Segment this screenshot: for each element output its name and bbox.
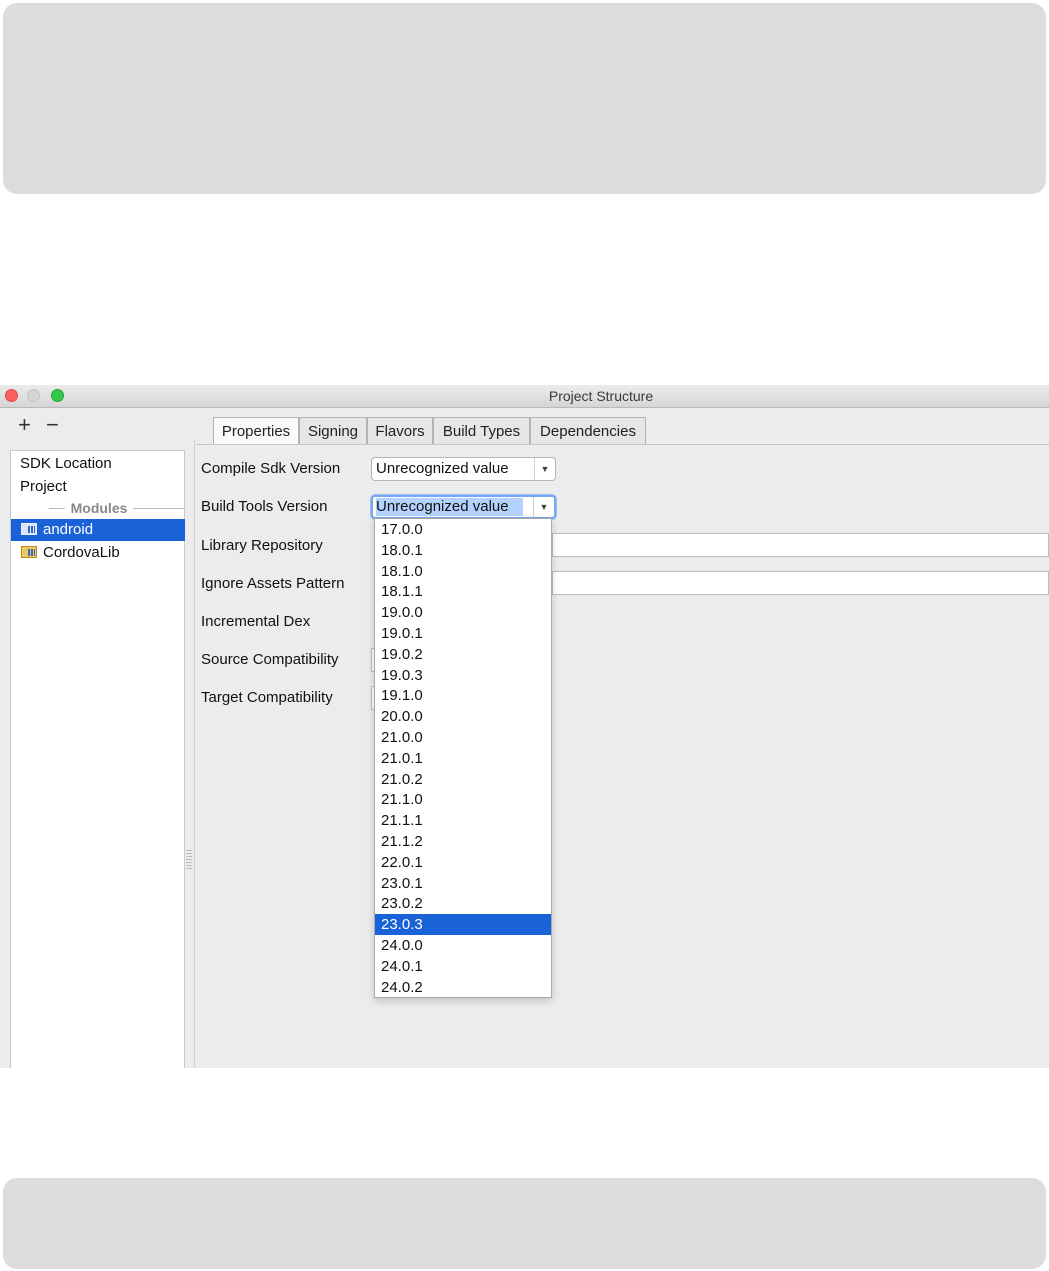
build-tools-label: Build Tools Version [201, 498, 328, 515]
dropdown-option[interactable]: 21.0.2 [375, 769, 551, 790]
splitter[interactable] [194, 440, 195, 1068]
sidebar-item-cordovalib[interactable]: CordovaLib [11, 542, 185, 564]
tab-flavors[interactable]: Flavors [367, 417, 433, 444]
dropdown-option[interactable]: 24.0.2 [375, 977, 551, 998]
dropdown-option[interactable]: 20.0.0 [375, 706, 551, 727]
combo-value: Unrecognized value [376, 498, 523, 516]
folder-module-icon [21, 546, 37, 558]
sidebar-toolbar: + − [0, 408, 194, 448]
modules-separator: Modules [11, 499, 185, 517]
sidebar-item-sdk-location[interactable]: SDK Location [11, 453, 185, 475]
tab-dependencies[interactable]: Dependencies [530, 417, 646, 444]
top-gray-band [3, 3, 1046, 194]
dropdown-option[interactable]: 23.0.3 [375, 914, 551, 936]
build-tools-combo[interactable]: Unrecognized value ▼ [371, 495, 556, 519]
incremental-dex-label: Incremental Dex [201, 613, 311, 630]
dropdown-option[interactable]: 21.0.1 [375, 748, 551, 769]
sidebar-item-project[interactable]: Project [11, 476, 185, 498]
tab-divider [196, 444, 1049, 445]
bottom-gray-band [3, 1178, 1046, 1269]
sidebar-item-android[interactable]: android [11, 519, 185, 541]
source-compatibility-label: Source Compatibility [201, 651, 339, 668]
dropdown-option[interactable]: 18.1.1 [375, 581, 551, 602]
separator-line-left [49, 508, 65, 509]
separator-line-right [133, 508, 185, 509]
dropdown-option[interactable]: 17.0.0 [375, 519, 551, 540]
library-repository-label: Library Repository [201, 537, 323, 554]
dropdown-option[interactable]: 21.1.1 [375, 810, 551, 831]
tab-properties[interactable]: Properties [213, 417, 299, 444]
chevron-down-icon[interactable]: ▼ [534, 458, 555, 480]
dropdown-option[interactable]: 19.0.2 [375, 644, 551, 665]
add-button[interactable]: + [18, 414, 31, 436]
ignore-assets-pattern-label: Ignore Assets Pattern [201, 575, 345, 592]
folder-module-icon [21, 523, 37, 535]
dropdown-option[interactable]: 19.0.1 [375, 623, 551, 644]
ignore-assets-pattern-field[interactable] [552, 571, 1049, 595]
combo-value: Unrecognized value [376, 460, 509, 477]
window-title: Project Structure [548, 388, 654, 404]
dropdown-option[interactable]: 21.1.0 [375, 789, 551, 810]
module-label: android [43, 521, 94, 538]
dropdown-option[interactable]: 18.0.1 [375, 540, 551, 561]
dropdown-option[interactable]: 19.0.0 [375, 602, 551, 623]
compile-sdk-label: Compile Sdk Version [201, 460, 341, 477]
remove-button[interactable]: − [46, 414, 59, 436]
project-structure-window: Project Structure + − SDK Location Proje… [0, 385, 1049, 1068]
sidebar-list: SDK Location Project Modules android Cor… [10, 450, 185, 1068]
dropdown-option[interactable]: 21.1.2 [375, 831, 551, 852]
chevron-down-icon[interactable]: ▼ [533, 497, 554, 517]
dropdown-option[interactable]: 24.0.1 [375, 956, 551, 977]
modules-label: Modules [70, 500, 128, 516]
dropdown-option[interactable]: 18.1.0 [375, 561, 551, 582]
library-repository-field[interactable] [552, 533, 1049, 557]
build-tools-dropdown-list: 17.0.0 18.0.1 18.1.0 18.1.1 19.0.0 19.0.1 19.0… [374, 518, 552, 998]
title-bar: Project Structure [0, 385, 1049, 408]
dropdown-option[interactable]: 24.0.0 [375, 935, 551, 956]
tab-signing[interactable]: Signing [299, 417, 367, 444]
dropdown-option[interactable]: 23.0.2 [375, 893, 551, 914]
dropdown-option[interactable]: 19.1.0 [375, 685, 551, 706]
target-compatibility-label: Target Compatibility [201, 689, 333, 706]
compile-sdk-combo[interactable]: Unrecognized value ▼ [371, 457, 556, 481]
dropdown-option[interactable]: 19.0.3 [375, 665, 551, 686]
splitter-grip[interactable] [186, 850, 192, 870]
module-label: CordovaLib [43, 544, 120, 561]
dropdown-option[interactable]: 21.0.0 [375, 727, 551, 748]
dropdown-option[interactable]: 23.0.1 [375, 873, 551, 894]
tab-build-types[interactable]: Build Types [433, 417, 530, 444]
dropdown-option[interactable]: 22.0.1 [375, 852, 551, 873]
